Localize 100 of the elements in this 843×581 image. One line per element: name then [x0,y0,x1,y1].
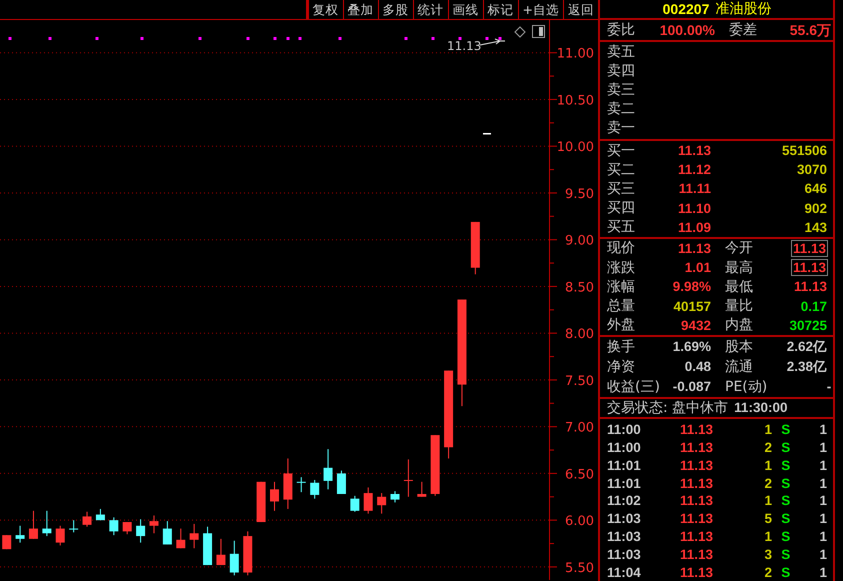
candlestick [283,458,292,510]
axis-label: 8.00 [565,327,594,342]
field-value: -0.087 [672,379,711,394]
axis-label: 7.50 [565,374,594,389]
toolbar-button[interactable]: 画线 [448,0,483,19]
tick-side: S [781,458,790,473]
tick-side: S [781,476,790,491]
bid-volume: 646 [804,181,827,196]
tick-count: 1 [819,458,827,473]
tick-time: 11:03 [607,546,641,562]
tick-time: 11:04 [607,564,641,580]
toolbar-button[interactable]: 多股 [378,0,413,19]
candlestick [69,520,78,533]
field-label: 内盘 [724,316,754,334]
candlestick [390,490,400,503]
field-value: 40157 [673,298,711,314]
candlestick [42,510,52,537]
field-value: 9.98% [672,279,711,294]
toolbar-button[interactable]: 返回 [563,0,598,19]
bid-label: 买三 [607,180,636,198]
tick-count: 1 [819,546,827,562]
ask-label: 卖二 [607,100,636,118]
candlestick [243,530,252,576]
field-value: 11.13 [792,240,827,256]
field-label: 涨幅 [607,278,636,296]
price-mark [483,133,491,134]
candlestick [162,520,172,545]
bid-price: 11.12 [678,162,711,178]
bid-price: 11.10 [678,200,711,216]
tick-count: 1 [819,476,827,491]
toolbar-button[interactable]: 统计 [412,0,448,19]
tick-volume: 1 [764,458,772,473]
toolbar-button[interactable]: 复权 [306,0,343,19]
candlestick [203,526,212,566]
candlestick [256,481,266,523]
candlestick [82,511,92,528]
candlestick [216,538,226,566]
candlestick [270,481,279,512]
tick-time: 11:03 [607,511,641,526]
candlestick [350,495,360,512]
tick-price: 11.13 [680,564,713,580]
candlestick [122,522,132,535]
tick-volume: 1 [764,493,772,508]
axis-label: 7.00 [565,420,594,436]
tick-price: 11.13 [680,493,713,508]
tick-side: S [781,440,790,456]
candlestick [417,481,426,498]
tick-side: S [781,493,790,508]
bid-label: 买五 [607,218,636,236]
field-value: 55.6万 [790,22,831,38]
tick-side: S [781,564,790,580]
candlestick [296,476,306,493]
tick-side: S [781,511,790,526]
toolbar-button[interactable]: +自选 [518,0,563,19]
tick-price: 11.13 [680,476,713,491]
field-label: 最低 [724,278,754,296]
candlestick [430,434,440,496]
field-label: 现价 [607,239,636,258]
candlestick [324,448,333,490]
panel-toggle-icon[interactable] [532,25,545,38]
tick-price: 11.13 [680,440,713,456]
diamond-icon[interactable] [514,26,526,38]
field-value: 11.13 [794,279,827,294]
candlestick [310,479,320,500]
candlestick [28,510,38,540]
axis-label: 9.00 [565,234,594,249]
candlestick [336,470,346,494]
tick-volume: 2 [764,564,772,580]
axis-label: 6.00 [565,514,594,530]
tick-time: 11:03 [607,529,641,544]
bid-volume: 551506 [782,143,827,158]
field-label: 换手 [607,338,636,356]
candlestick [176,528,186,549]
ask-label: 卖五 [607,42,636,61]
candlestick [109,516,118,536]
bid-price: 11.13 [678,143,711,158]
field-value: 11.13 [792,260,827,276]
tick-count: 1 [819,440,827,456]
toolbar-button[interactable]: 标记 [482,0,518,19]
candlestick [2,534,12,550]
tick-volume: 1 [764,529,772,544]
tick-price: 11.13 [680,422,713,438]
field-value: 0.17 [800,298,827,314]
tick-price: 11.13 [680,529,713,544]
bid-price: 11.09 [678,220,711,235]
tick-price: 11.13 [680,546,713,562]
candlestick [136,518,146,544]
candlestick [190,523,199,549]
field-value: 9432 [680,318,711,333]
field-label: 外盘 [607,316,636,334]
field-label: 涨跌 [607,258,636,277]
toolbar-button[interactable]: 叠加 [342,0,378,19]
field-value: 1.69% [672,339,711,354]
field-label: 委差 [728,21,757,40]
candlestick [16,525,25,544]
tick-count: 1 [819,564,827,580]
field-value: 0.48 [684,359,711,374]
ask-label: 卖一 [607,119,636,138]
axis-label: 5.50 [565,560,594,576]
trade-status: 交易状态: 盘中休市 [607,398,728,417]
